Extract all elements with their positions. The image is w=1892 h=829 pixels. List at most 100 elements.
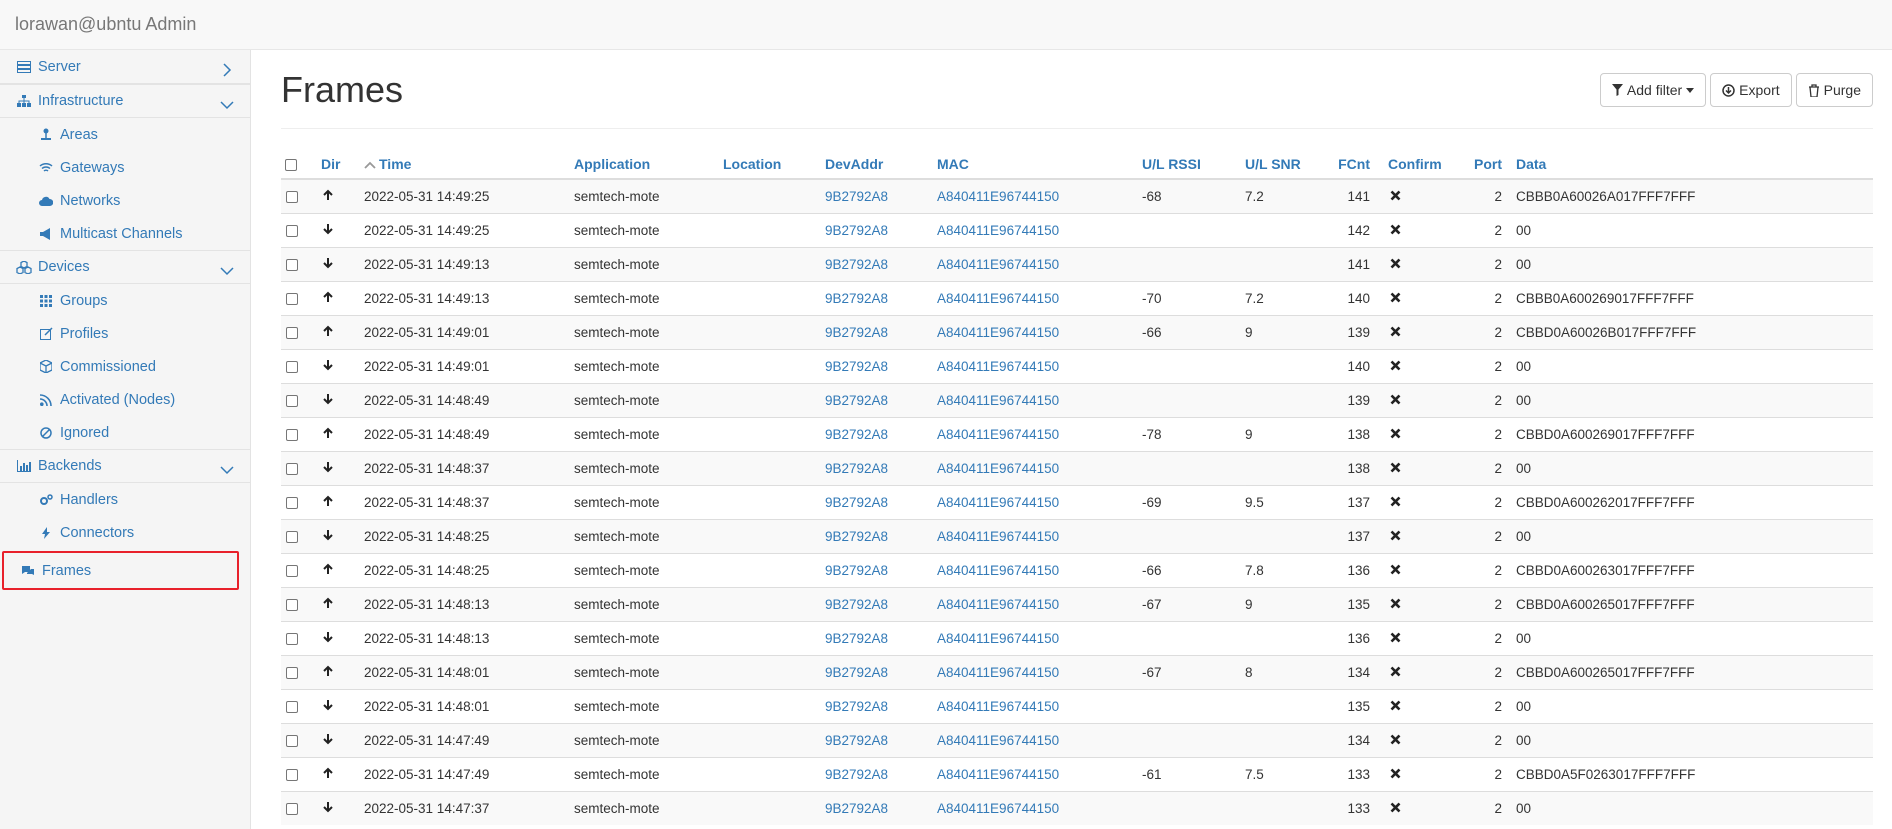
mac-link[interactable]: A840411E96744150: [937, 212, 1142, 247]
devaddr-link[interactable]: 9B2792A8: [825, 382, 937, 417]
chevron-down-icon[interactable]: [219, 97, 235, 113]
row-checkbox[interactable]: [286, 394, 298, 407]
table-row[interactable]: 2022-05-31 14:47:37 semtech-mote 9B2792A8 A…: [281, 790, 1873, 825]
devaddr-link[interactable]: 9B2792A8: [825, 348, 937, 383]
row-checkbox[interactable]: [286, 462, 298, 475]
table-row[interactable]: 2022-05-31 14:49:25 semtech-mote 9B2792A8 A…: [281, 212, 1873, 247]
row-checkbox[interactable]: [286, 292, 298, 305]
table-row[interactable]: 2022-05-31 14:48:13 semtech-mote 9B2792A8 A…: [281, 586, 1873, 621]
select-all-checkbox[interactable]: [285, 158, 297, 171]
table-row[interactable]: 2022-05-31 14:48:13 semtech-mote 9B2792A8 A…: [281, 620, 1873, 655]
row-checkbox[interactable]: [286, 326, 298, 339]
row-checkbox[interactable]: [286, 598, 298, 611]
mac-link[interactable]: A840411E96744150: [937, 178, 1142, 213]
table-row[interactable]: 2022-05-31 14:48:25 semtech-mote 9B2792A8 A…: [281, 518, 1873, 553]
mac-link[interactable]: A840411E96744150: [937, 450, 1142, 485]
sidebar-item-ignored[interactable]: Ignored: [0, 416, 251, 449]
col-time[interactable]: Time: [364, 149, 574, 180]
sidebar-item-backends[interactable]: Backends: [0, 449, 251, 483]
sidebar-item-commissioned[interactable]: Commissioned: [0, 350, 251, 383]
mac-link[interactable]: A840411E96744150: [937, 552, 1142, 587]
mac-link[interactable]: A840411E96744150: [937, 722, 1142, 757]
devaddr-link[interactable]: 9B2792A8: [825, 790, 937, 825]
col-location[interactable]: Location: [723, 149, 825, 180]
table-row[interactable]: 2022-05-31 14:48:49 semtech-mote 9B2792A8 A…: [281, 416, 1873, 451]
col-ul-rssi[interactable]: U/L RSSI: [1142, 149, 1245, 180]
mac-link[interactable]: A840411E96744150: [937, 518, 1142, 553]
mac-link[interactable]: A840411E96744150: [937, 620, 1142, 655]
mac-link[interactable]: A840411E96744150: [937, 280, 1142, 315]
devaddr-link[interactable]: 9B2792A8: [825, 280, 937, 315]
devaddr-link[interactable]: 9B2792A8: [825, 756, 937, 791]
chevron-down-icon[interactable]: [219, 263, 235, 279]
devaddr-link[interactable]: 9B2792A8: [825, 620, 937, 655]
table-row[interactable]: 2022-05-31 14:47:49 semtech-mote 9B2792A8 A…: [281, 722, 1873, 757]
row-checkbox[interactable]: [286, 734, 298, 747]
table-row[interactable]: 2022-05-31 14:49:13 semtech-mote 9B2792A8 A…: [281, 280, 1873, 315]
mac-link[interactable]: A840411E96744150: [937, 416, 1142, 451]
add-filter-button[interactable]: Add filter: [1599, 73, 1707, 107]
sidebar-item-networks[interactable]: Networks: [0, 184, 251, 217]
col-fcnt[interactable]: FCnt: [1332, 149, 1370, 180]
table-row[interactable]: 2022-05-31 14:48:25 semtech-mote 9B2792A8 A…: [281, 552, 1873, 587]
sidebar-item-multicast-channels[interactable]: Multicast Channels: [0, 217, 251, 250]
chevron-right-icon[interactable]: [219, 62, 235, 78]
mac-link[interactable]: A840411E96744150: [937, 790, 1142, 825]
devaddr-link[interactable]: 9B2792A8: [825, 450, 937, 485]
purge-button[interactable]: Purge: [1795, 73, 1873, 107]
col-application[interactable]: Application: [574, 149, 723, 180]
table-row[interactable]: 2022-05-31 14:47:49 semtech-mote 9B2792A8 A…: [281, 756, 1873, 791]
mac-link[interactable]: A840411E96744150: [937, 314, 1142, 349]
col-ul-snr[interactable]: U/L SNR: [1245, 149, 1332, 180]
sidebar-item-gateways[interactable]: Gateways: [0, 151, 251, 184]
mac-link[interactable]: A840411E96744150: [937, 348, 1142, 383]
devaddr-link[interactable]: 9B2792A8: [825, 484, 937, 519]
row-checkbox[interactable]: [286, 768, 298, 781]
table-row[interactable]: 2022-05-31 14:49:25 semtech-mote 9B2792A8 A…: [281, 178, 1873, 213]
sidebar-item-devices[interactable]: Devices: [0, 250, 251, 284]
devaddr-link[interactable]: 9B2792A8: [825, 654, 937, 689]
col-devaddr[interactable]: DevAddr: [825, 149, 937, 180]
table-row[interactable]: 2022-05-31 14:48:01 semtech-mote 9B2792A8 A…: [281, 654, 1873, 689]
devaddr-link[interactable]: 9B2792A8: [825, 688, 937, 723]
mac-link[interactable]: A840411E96744150: [937, 756, 1142, 791]
row-checkbox[interactable]: [286, 803, 298, 816]
table-row[interactable]: 2022-05-31 14:48:01 semtech-mote 9B2792A8 A…: [281, 688, 1873, 723]
mac-link[interactable]: A840411E96744150: [937, 246, 1142, 281]
brand-title[interactable]: lorawan@ubntu Admin: [15, 14, 196, 35]
row-checkbox[interactable]: [286, 224, 298, 237]
table-row[interactable]: 2022-05-31 14:48:37 semtech-mote 9B2792A8 A…: [281, 484, 1873, 519]
mac-link[interactable]: A840411E96744150: [937, 654, 1142, 689]
table-row[interactable]: 2022-05-31 14:49:01 semtech-mote 9B2792A8 A…: [281, 348, 1873, 383]
row-checkbox[interactable]: [286, 632, 298, 645]
sidebar-item-frames[interactable]: Frames: [2, 551, 239, 590]
table-row[interactable]: 2022-05-31 14:48:37 semtech-mote 9B2792A8 A…: [281, 450, 1873, 485]
row-checkbox[interactable]: [286, 360, 298, 373]
devaddr-link[interactable]: 9B2792A8: [825, 552, 937, 587]
sidebar-item-areas[interactable]: Areas: [0, 118, 251, 151]
col-confirm[interactable]: Confirm: [1370, 149, 1450, 180]
mac-link[interactable]: A840411E96744150: [937, 382, 1142, 417]
devaddr-link[interactable]: 9B2792A8: [825, 212, 937, 247]
devaddr-link[interactable]: 9B2792A8: [825, 314, 937, 349]
sidebar-item-activated-nodes[interactable]: Activated (Nodes): [0, 383, 251, 416]
col-mac[interactable]: MAC: [937, 149, 1142, 180]
table-row[interactable]: 2022-05-31 14:49:01 semtech-mote 9B2792A8 A…: [281, 314, 1873, 349]
chevron-down-icon[interactable]: [219, 462, 235, 478]
sidebar-item-handlers[interactable]: Handlers: [0, 483, 251, 516]
row-checkbox[interactable]: [286, 191, 298, 204]
devaddr-link[interactable]: 9B2792A8: [825, 246, 937, 281]
mac-link[interactable]: A840411E96744150: [937, 484, 1142, 519]
col-port[interactable]: Port: [1450, 149, 1502, 180]
sidebar-item-server[interactable]: Server: [0, 50, 251, 84]
mac-link[interactable]: A840411E96744150: [937, 688, 1142, 723]
export-button[interactable]: Export: [1710, 73, 1792, 107]
col-data[interactable]: Data: [1502, 149, 1873, 180]
row-checkbox[interactable]: [286, 258, 298, 271]
mac-link[interactable]: A840411E96744150: [937, 586, 1142, 621]
devaddr-link[interactable]: 9B2792A8: [825, 518, 937, 553]
row-checkbox[interactable]: [286, 564, 298, 577]
devaddr-link[interactable]: 9B2792A8: [825, 178, 937, 213]
sidebar-item-groups[interactable]: Groups: [0, 284, 251, 317]
row-checkbox[interactable]: [286, 700, 298, 713]
